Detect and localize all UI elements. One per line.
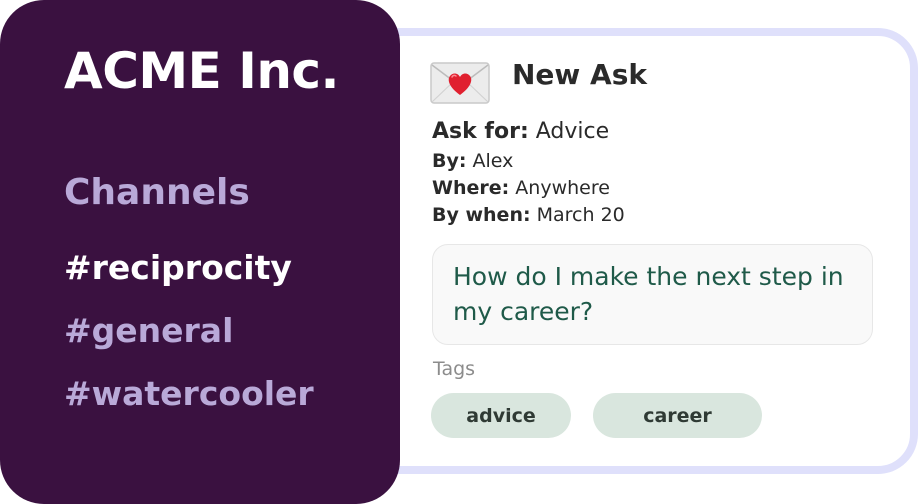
where-row: Where: Anywhere: [432, 177, 610, 199]
by-when-label: By when:: [432, 204, 531, 226]
channels-heading: Channels: [64, 172, 250, 213]
workspace-name: ACME Inc.: [64, 42, 340, 100]
love-letter-icon: [430, 62, 490, 104]
where-value: Anywhere: [515, 177, 610, 199]
tag-advice[interactable]: advice: [431, 393, 571, 438]
channel-watercooler[interactable]: #watercooler: [64, 374, 314, 413]
ask-for-value: Advice: [535, 119, 610, 144]
sidebar: ACME Inc. Channels #reciprocity #general…: [0, 0, 400, 504]
ask-title: New Ask: [512, 58, 647, 91]
by-label: By:: [432, 150, 467, 172]
tag-career[interactable]: career: [593, 393, 762, 438]
ask-for-label: Ask for:: [432, 119, 529, 144]
by-value: Alex: [472, 150, 514, 172]
question-text: How do I make the next step in my career…: [432, 244, 873, 345]
by-row: By: Alex: [432, 150, 513, 172]
by-when-row: By when: March 20: [432, 204, 625, 226]
tags-label: Tags: [433, 358, 476, 380]
channel-general[interactable]: #general: [64, 311, 233, 350]
ask-for-row: Ask for: Advice: [432, 119, 609, 144]
where-label: Where:: [432, 177, 510, 199]
channel-reciprocity[interactable]: #reciprocity: [64, 248, 292, 287]
by-when-value: March 20: [536, 204, 625, 226]
